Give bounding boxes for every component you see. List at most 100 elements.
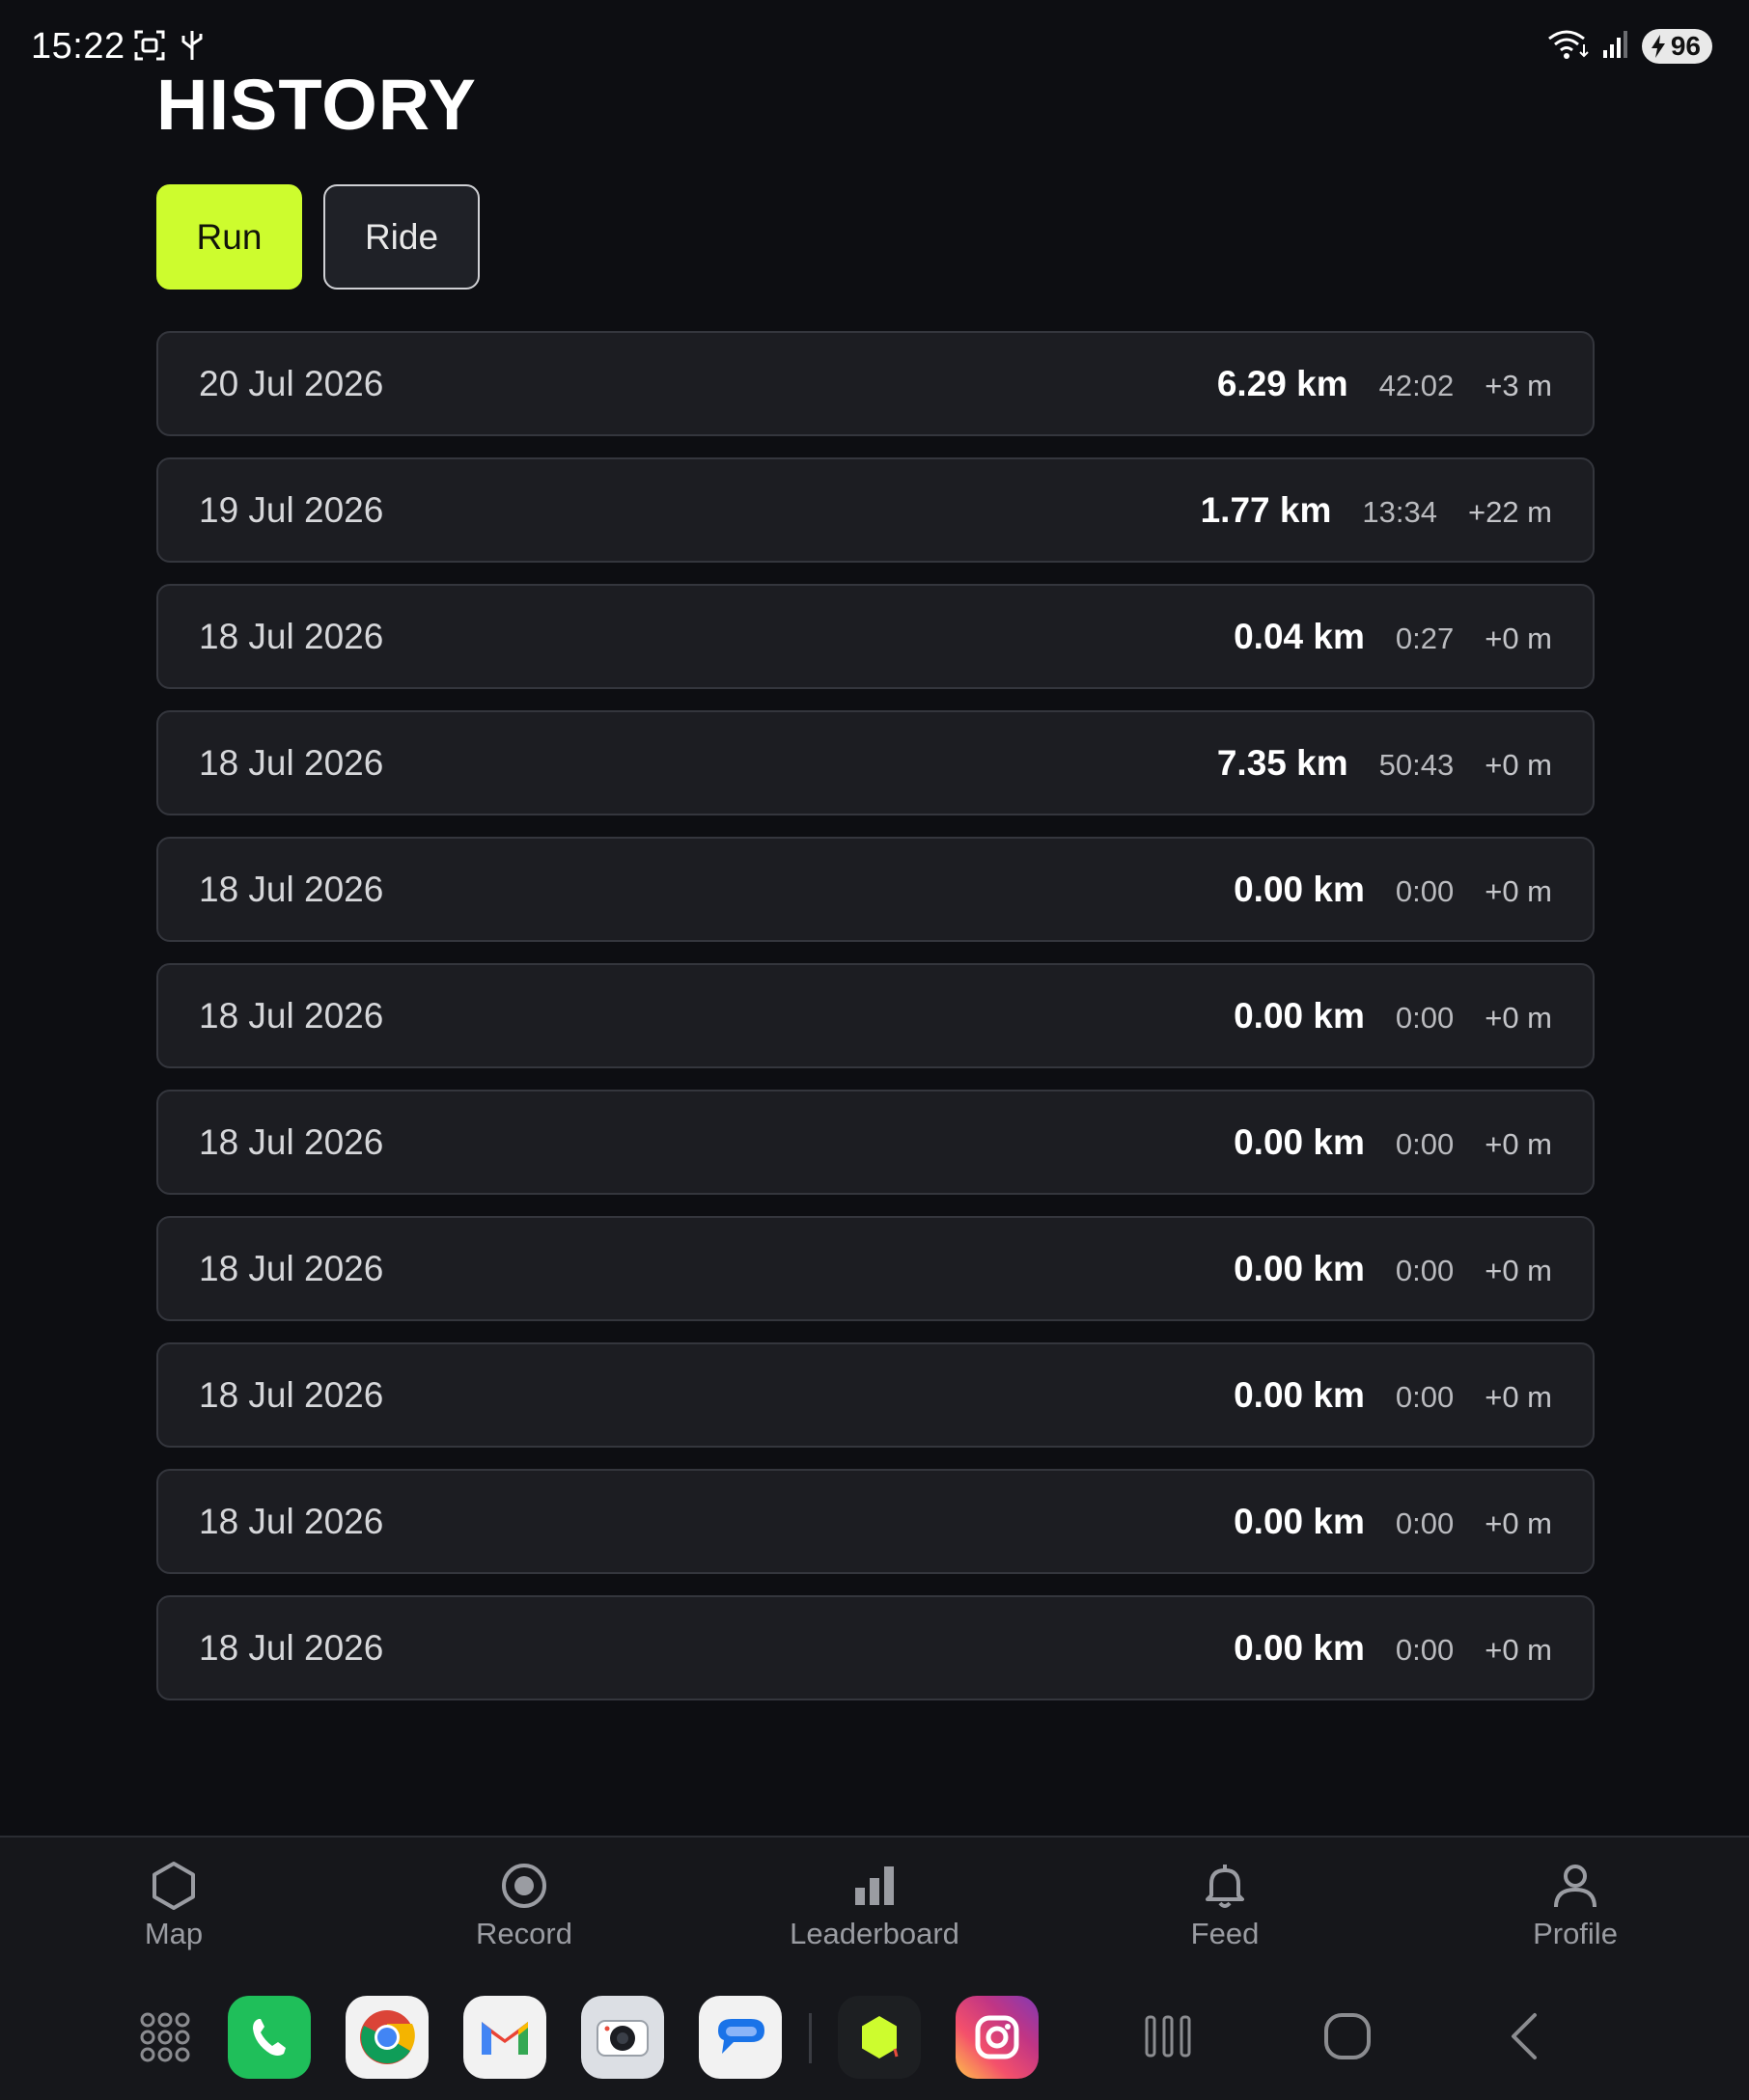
row-date: 18 Jul 2026: [199, 869, 384, 909]
row-date: 18 Jul 2026: [199, 742, 384, 783]
row-stats: 0.00 km 0:00 +0 m: [1234, 870, 1552, 910]
usb-icon: [180, 29, 205, 67]
person-icon: [1554, 1865, 1596, 1908]
charging-bolt-icon: [1651, 34, 1665, 58]
row-date: 19 Jul 2026: [199, 489, 384, 530]
row-date: 18 Jul 2026: [199, 616, 384, 656]
row-elevation: +0 m: [1485, 1000, 1552, 1035]
tab-ride[interactable]: Ride: [323, 184, 480, 290]
row-stats: 0.00 km 0:00 +0 m: [1234, 1502, 1552, 1542]
row-stats: 7.35 km 50:43 +0 m: [1217, 743, 1552, 784]
nav-feed[interactable]: Feed: [1099, 1859, 1350, 1951]
history-row[interactable]: 20 Jul 2026 6.29 km 42:02 +3 m: [156, 331, 1595, 436]
row-stats: 0.00 km 0:00 +0 m: [1234, 996, 1552, 1036]
bottom-nav: Map Record Leaderboard Feed Profile: [0, 1836, 1749, 1965]
row-stats: 0.00 km 0:00 +0 m: [1234, 1375, 1552, 1416]
row-elevation: +0 m: [1485, 1126, 1552, 1161]
row-distance: 0.00 km: [1234, 1248, 1365, 1288]
row-duration: 0:00: [1395, 1000, 1455, 1035]
signal-icon: [1601, 27, 1630, 65]
nav-label: Profile: [1533, 1917, 1618, 1950]
status-left-icons: [133, 29, 205, 67]
history-row[interactable]: 18 Jul 2026 0.00 km 0:00 +0 m: [156, 1342, 1595, 1448]
nav-label: Record: [476, 1917, 572, 1950]
row-date: 18 Jul 2026: [199, 1248, 384, 1288]
row-duration: 0:00: [1395, 1506, 1455, 1540]
status-time: 15:22: [31, 26, 125, 67]
row-stats: 1.77 km 13:34 +22 m: [1201, 490, 1552, 531]
row-distance: 0.00 km: [1234, 1501, 1365, 1541]
nav-label: Feed: [1190, 1917, 1260, 1950]
row-duration: 0:00: [1395, 1379, 1455, 1414]
history-row[interactable]: 18 Jul 2026 0.00 km 0:00 +0 m: [156, 1216, 1595, 1321]
row-distance: 0.00 km: [1234, 1627, 1365, 1668]
row-date: 18 Jul 2026: [199, 1374, 384, 1415]
history-row[interactable]: 18 Jul 2026 0.00 km 0:00 +0 m: [156, 963, 1595, 1068]
history-row[interactable]: 18 Jul 2026 0.04 km 0:27 +0 m: [156, 584, 1595, 689]
hexagon-icon: [153, 1862, 195, 1910]
history-row[interactable]: 19 Jul 2026 1.77 km 13:34 +22 m: [156, 457, 1595, 563]
history-row[interactable]: 18 Jul 2026 0.00 km 0:00 +0 m: [156, 837, 1595, 942]
row-elevation: +22 m: [1467, 494, 1552, 529]
nav-profile[interactable]: Profile: [1450, 1859, 1701, 1951]
row-distance: 0.00 km: [1234, 1121, 1365, 1162]
home-icon[interactable]: [1319, 2007, 1376, 2065]
row-distance: 0.04 km: [1234, 616, 1365, 656]
tab-run[interactable]: Run: [156, 184, 302, 290]
back-icon[interactable]: [1498, 2007, 1556, 2065]
activity-type-tabs: Run Ride: [156, 184, 480, 290]
row-elevation: +3 m: [1485, 368, 1552, 402]
bell-icon: [1206, 1865, 1244, 1908]
hex-app-icon[interactable]: [838, 1996, 921, 2079]
row-elevation: +0 m: [1485, 621, 1552, 655]
phone-app-icon[interactable]: [228, 1996, 311, 2079]
row-date: 18 Jul 2026: [199, 1121, 384, 1162]
row-stats: 0.00 km 0:00 +0 m: [1234, 1249, 1552, 1289]
nav-record[interactable]: Record: [399, 1859, 650, 1951]
gmail-app-icon[interactable]: [463, 1996, 546, 2079]
record-icon: [502, 1864, 546, 1908]
row-distance: 0.00 km: [1234, 995, 1365, 1036]
row-elevation: +0 m: [1485, 747, 1552, 782]
row-duration: 0:00: [1395, 873, 1455, 908]
chrome-app-icon[interactable]: [346, 1996, 429, 2079]
row-stats: 0.00 km 0:00 +0 m: [1234, 1628, 1552, 1669]
app-drawer-icon[interactable]: [124, 1996, 207, 2079]
row-duration: 0:00: [1395, 1253, 1455, 1287]
nav-label: Leaderboard: [790, 1917, 959, 1950]
history-row[interactable]: 18 Jul 2026 7.35 km 50:43 +0 m: [156, 710, 1595, 815]
camera-app-icon[interactable]: [581, 1996, 664, 2079]
row-date: 18 Jul 2026: [199, 1501, 384, 1541]
nav-leaderboard[interactable]: Leaderboard: [749, 1859, 1000, 1951]
row-distance: 0.00 km: [1234, 1374, 1365, 1415]
system-dock: [0, 1965, 1749, 2100]
row-date: 18 Jul 2026: [199, 1627, 384, 1668]
row-distance: 7.35 km: [1216, 742, 1348, 783]
nav-map[interactable]: Map: [48, 1859, 299, 1951]
battery-icon: 96: [1641, 28, 1712, 64]
row-duration: 0:27: [1395, 621, 1455, 655]
row-duration: 0:00: [1395, 1632, 1455, 1667]
row-duration: 50:43: [1378, 747, 1455, 782]
history-row[interactable]: 18 Jul 2026 0.00 km 0:00 +0 m: [156, 1469, 1595, 1574]
instagram-app-icon[interactable]: [956, 1996, 1039, 2079]
dock-divider: [809, 2013, 812, 2063]
nav-label: Map: [144, 1917, 204, 1950]
row-distance: 0.00 km: [1234, 869, 1365, 909]
bar-chart-icon: [855, 1866, 894, 1905]
screenshot-icon: [133, 29, 166, 67]
battery-level: 96: [1670, 30, 1701, 61]
row-date: 20 Jul 2026: [199, 363, 384, 403]
history-row[interactable]: 18 Jul 2026 0.00 km 0:00 +0 m: [156, 1595, 1595, 1700]
row-duration: 42:02: [1378, 368, 1455, 402]
row-stats: 6.29 km 42:02 +3 m: [1217, 364, 1552, 404]
row-elevation: +0 m: [1485, 1379, 1552, 1414]
row-elevation: +0 m: [1485, 1632, 1552, 1667]
history-row[interactable]: 18 Jul 2026 0.00 km 0:00 +0 m: [156, 1090, 1595, 1195]
recents-icon[interactable]: [1139, 2007, 1197, 2065]
history-list: 20 Jul 2026 6.29 km 42:02 +3 m 19 Jul 20…: [156, 331, 1595, 1722]
messages-app-icon[interactable]: [699, 1996, 782, 2079]
status-right: 96: [1547, 27, 1712, 65]
row-elevation: +0 m: [1485, 1253, 1552, 1287]
row-date: 18 Jul 2026: [199, 995, 384, 1036]
